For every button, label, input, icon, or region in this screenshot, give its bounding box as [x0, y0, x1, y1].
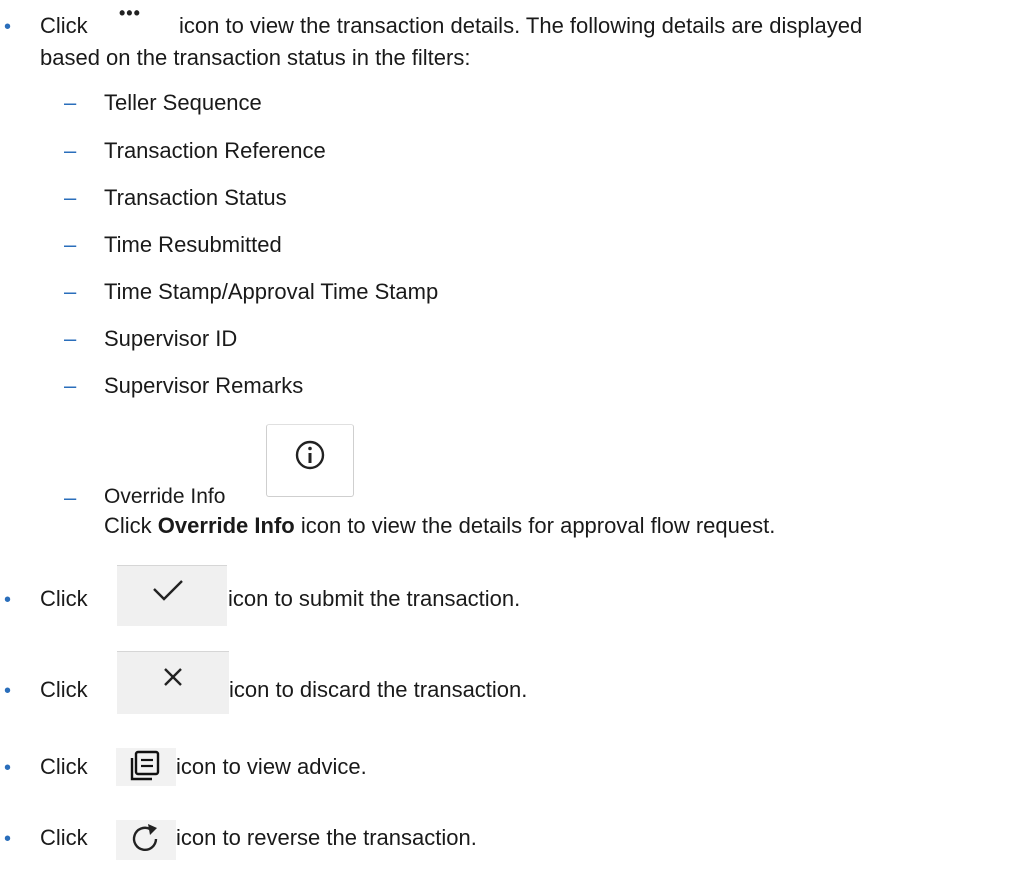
- bullet: •: [4, 757, 12, 779]
- list-dash: –: [64, 373, 77, 398]
- action-click-word: Click: [40, 677, 88, 702]
- info-icon: [295, 440, 325, 470]
- discard-button[interactable]: [117, 651, 229, 714]
- list-dash: –: [64, 485, 77, 510]
- list-dash: –: [64, 326, 77, 351]
- override-click-word: Click: [104, 513, 152, 538]
- detail-item: Teller Sequence: [104, 90, 262, 115]
- action-text: icon to discard the transaction.: [229, 677, 528, 702]
- advice-icon: [130, 750, 160, 781]
- list-dash: –: [64, 185, 77, 210]
- intro-click-word: Click: [40, 13, 88, 38]
- bullet: •: [4, 589, 12, 611]
- reverse-icon: [132, 824, 158, 851]
- bullet: •: [4, 16, 12, 38]
- detail-item: Supervisor ID: [104, 326, 238, 351]
- intro-line1: icon to view the transaction details. Th…: [179, 13, 863, 38]
- bullet: •: [4, 680, 12, 702]
- list-dash: –: [64, 232, 77, 257]
- detail-item: Supervisor Remarks: [104, 373, 304, 398]
- action-text: icon to submit the transaction.: [228, 586, 521, 611]
- reverse-button[interactable]: [116, 820, 176, 860]
- override-description: Click Override Info icon to view the det…: [104, 513, 775, 539]
- detail-item: Transaction Reference: [104, 138, 326, 163]
- detail-item-override: Override Info: [104, 485, 226, 508]
- detail-item: Time Stamp/Approval Time Stamp: [104, 279, 439, 304]
- action-click-word: Click: [40, 586, 88, 611]
- list-dash: –: [64, 279, 77, 304]
- action-text: icon to reverse the transaction.: [176, 825, 477, 850]
- action-click-word: Click: [40, 754, 88, 779]
- list-dash: –: [64, 138, 77, 163]
- detail-item: Transaction Status: [104, 185, 287, 210]
- intro-line2: based on the transaction status in the f…: [40, 45, 471, 70]
- override-rest-text: icon to view the details for approval fl…: [300, 513, 776, 538]
- view-advice-button[interactable]: [116, 748, 176, 786]
- override-info-button[interactable]: [266, 424, 354, 497]
- check-icon: [153, 580, 183, 601]
- override-bold-label: Override Info: [157, 513, 295, 538]
- bullet: •: [4, 828, 12, 850]
- close-icon: [164, 668, 182, 686]
- action-click-word: Click: [40, 825, 88, 850]
- submit-button[interactable]: [117, 565, 227, 626]
- list-dash: –: [64, 90, 77, 115]
- more-actions-icon[interactable]: •••: [119, 3, 141, 24]
- detail-item: Time Resubmitted: [104, 232, 282, 257]
- action-text: icon to view advice.: [176, 754, 367, 779]
